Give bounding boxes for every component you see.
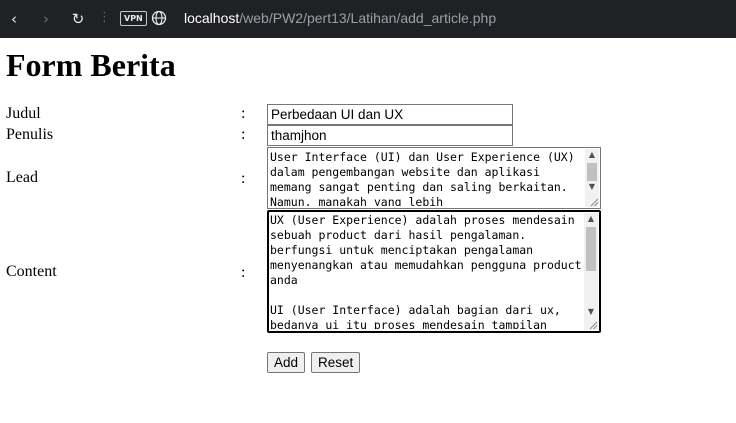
- scroll-up-icon[interactable]: ▲: [585, 149, 599, 161]
- content-label: Content: [6, 263, 57, 280]
- resize-grip-icon[interactable]: [589, 197, 599, 207]
- separator-dots: ⋮: [98, 10, 111, 25]
- lead-label: Lead: [6, 169, 38, 186]
- judul-input[interactable]: [267, 104, 513, 125]
- penulis-input[interactable]: [267, 125, 513, 146]
- browser-toolbar: ‹ › ↻ ⋮ VPN localhost/web/PW2/pert13/Lat…: [0, 0, 736, 38]
- content-scrollbar[interactable]: ▲ ▼: [584, 213, 598, 330]
- lead-colon: :: [241, 170, 246, 187]
- lead-textarea[interactable]: User Interface (UI) dan User Experience …: [267, 147, 601, 209]
- penulis-label: Penulis: [6, 126, 54, 143]
- lead-text: User Interface (UI) dan User Experience …: [270, 150, 582, 206]
- judul-label: Judul: [6, 105, 41, 122]
- add-button[interactable]: Add: [267, 352, 306, 373]
- scroll-down-icon[interactable]: ▼: [585, 181, 599, 193]
- lead-scroll-thumb[interactable]: [587, 163, 597, 181]
- back-icon[interactable]: ‹: [4, 9, 24, 29]
- scroll-down-icon[interactable]: ▼: [584, 306, 598, 318]
- content-colon: :: [241, 264, 246, 281]
- content-text: UX (User Experience) adalah proses mende…: [270, 213, 582, 329]
- vpn-badge[interactable]: VPN: [120, 11, 147, 26]
- scroll-up-icon[interactable]: ▲: [584, 213, 598, 225]
- judul-colon: :: [241, 105, 246, 122]
- content-scroll-thumb[interactable]: [586, 227, 596, 271]
- forward-icon[interactable]: ›: [36, 9, 56, 29]
- address-bar[interactable]: localhost/web/PW2/pert13/Latihan/add_art…: [184, 10, 496, 26]
- globe-icon[interactable]: [151, 10, 167, 26]
- reset-button[interactable]: Reset: [311, 352, 361, 373]
- resize-grip-icon[interactable]: [588, 320, 598, 330]
- page-title: Form Berita: [6, 47, 176, 83]
- reload-icon[interactable]: ↻: [68, 9, 88, 29]
- penulis-colon: :: [241, 126, 246, 143]
- url-path: /web/PW2/pert13/Latihan/add_article.php: [239, 10, 497, 26]
- url-host: localhost: [184, 10, 240, 26]
- content-textarea[interactable]: UX (User Experience) adalah proses mende…: [267, 210, 601, 333]
